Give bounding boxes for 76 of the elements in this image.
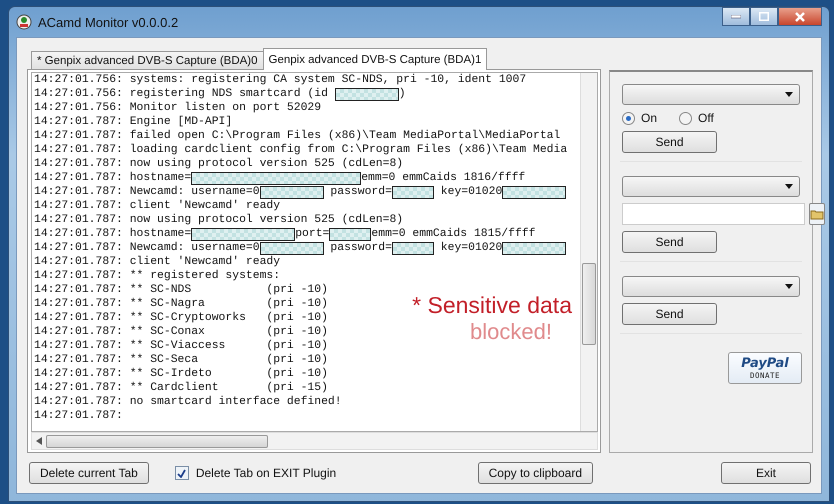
log-text: emm=0 emmCaids 1815/ffff — [371, 227, 536, 241]
log-text: password= — [329, 241, 392, 255]
log-text: 14:27:01.787: ** SC-Seca (pri -10) — [34, 353, 328, 367]
browse-button[interactable] — [809, 203, 825, 225]
log-text: 14:27:01.787: now using protocol version 525 (cdLen=8) — [34, 157, 404, 171]
minimize-icon — [731, 14, 741, 18]
radio-label: Off — [698, 111, 714, 125]
redaction-block — [392, 186, 434, 198]
close-icon — [795, 12, 805, 22]
log-text: 14:27:01.787: hostname= — [34, 227, 192, 241]
log-text: 14:27:01.787: no smartcard interface defined! — [34, 395, 342, 409]
maximize-button[interactable] — [750, 7, 778, 26]
tab[interactable]: Genpix advanced DVB-S Capture (BDA)1 — [262, 48, 488, 70]
log-text: 14:27:01.787: ** Cardclient (pri -15) — [34, 381, 328, 395]
log-text: 14:27:01.787: Newcamd: username=0 — [34, 241, 260, 255]
log-text: 14:27:01.787: — [34, 409, 123, 423]
log-text: 14:27:01.787: ** SC-Nagra (pri -10) — [34, 297, 328, 311]
redaction-block — [392, 242, 434, 254]
send-button[interactable]: Send — [622, 303, 717, 325]
send-button[interactable]: Send — [622, 131, 717, 153]
log-text: 14:27:01.787: ** SC-NDS (pri -10) — [34, 283, 328, 297]
folder-icon — [810, 208, 824, 220]
caret-icon — [785, 184, 793, 189]
tab[interactable]: * Genpix advanced DVB-S Capture (BDA)0 — [31, 51, 264, 70]
log-text: 14:27:01.787: loading cardclient config from C:\Program Files (x86)\Team Media — [34, 143, 568, 157]
log-text: 14:27:01.787: ** registered systems: — [34, 269, 280, 283]
log-text: 14:27:01.756: systems: registering CA system SC-NDS, pri -10, ident 1007 — [34, 73, 526, 87]
close-button[interactable] — [778, 7, 822, 26]
log-text: 14:27:01.787: now using protocol version 525 (cdLen=8) — [34, 213, 404, 227]
log-text: ) — [398, 87, 406, 101]
dropdown[interactable] — [622, 84, 800, 105]
log-text: emm=0 emmCaids 1816/ffff — [361, 171, 526, 185]
annotation-text: blocked! — [470, 319, 552, 345]
horizontal-scrollbar[interactable] — [31, 432, 598, 450]
log-text: 14:27:01.756: Monitor listen on port 52029 — [34, 101, 322, 115]
exit-button[interactable]: Exit — [721, 462, 811, 484]
brand-text: PayPal — [741, 356, 789, 370]
copy-button[interactable]: Copy to clipboard — [478, 462, 593, 484]
annotation-text: * Sensitive data — [412, 292, 572, 319]
caret-icon — [785, 92, 793, 97]
log-text: 14:27:01.787: ** SC-Cryptoworks (pri -10) — [34, 311, 328, 325]
minimize-button[interactable] — [722, 7, 750, 26]
redaction-block — [334, 88, 399, 100]
log-text: port= — [295, 227, 330, 241]
log-text: 14:27:01.787: ** SC-Conax (pri -10) — [34, 325, 328, 339]
log-text: 14:27:01.787: client 'Newcamd' ready — [34, 199, 280, 213]
redaction-block — [502, 186, 566, 198]
vertical-scrollbar[interactable] — [580, 73, 597, 431]
log-text: key=01020 — [440, 185, 502, 199]
input-field[interactable] — [622, 203, 805, 225]
delete-tab-button[interactable]: Delete current Tab — [29, 462, 149, 484]
log-text: 14:27:01.787: hostname= — [34, 171, 192, 185]
log-text: 14:27:01.787: ** SC-Irdeto (pri -10) — [34, 367, 328, 381]
caret-icon — [785, 284, 793, 289]
dropdown[interactable] — [622, 276, 800, 297]
log-text: 14:27:01.787: Engine [MD-API] — [34, 115, 232, 129]
app-logo-icon — [16, 14, 32, 30]
maximize-icon — [759, 12, 769, 21]
checkbox-label: Delete Tab on EXIT Plugin — [196, 466, 336, 480]
left-arrow-icon — [36, 437, 42, 445]
log-text: 14:27:01.787: failed open C:\Program Files (x86)\Team MediaPortal\MediaPortal — [34, 129, 560, 143]
log-text: key=01020 — [440, 241, 502, 255]
radio-label: On — [641, 111, 658, 125]
log-text: password= — [329, 185, 392, 199]
send-button[interactable]: Send — [622, 231, 717, 253]
radio-button[interactable] — [679, 112, 692, 124]
radio-button[interactable] — [622, 112, 635, 124]
redaction-block — [502, 242, 566, 254]
log-text: 14:27:01.787: Newcamd: username=0 — [34, 185, 260, 199]
log-text: 14:27:01.756: registering NDS smartcard (id — [34, 87, 329, 101]
checkbox[interactable] — [174, 466, 189, 480]
log-text: 14:27:01.787: client 'Newcamd' ready — [34, 255, 280, 269]
redaction-block — [329, 228, 372, 240]
window-title: ACamd Monitor v0.0.0.2 — [38, 14, 178, 30]
dropdown[interactable] — [622, 176, 800, 197]
log-text: 14:27:01.787: ** SC-Viaccess (pri -10) — [34, 339, 328, 353]
